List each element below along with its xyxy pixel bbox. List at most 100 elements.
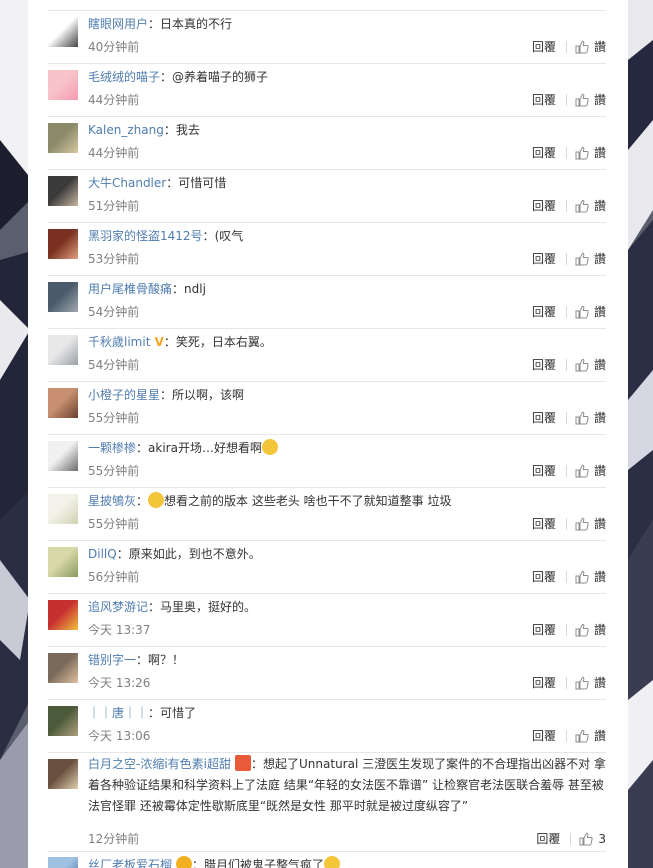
comment-username[interactable]: 星披鴝灰 (88, 494, 136, 508)
like-button[interactable]: 3 (579, 832, 606, 846)
comment-text: 笑死，日本右翼。 (175, 335, 272, 349)
like-count: 讚 (593, 305, 606, 319)
like-button[interactable]: 讚 (575, 305, 606, 319)
comment-username[interactable]: 错别字一 (88, 653, 136, 667)
comment-username[interactable]: 千秋歲limit (88, 335, 150, 349)
comment-username[interactable]: 追风梦游记 (88, 600, 148, 614)
reply-button[interactable]: 回覆 (532, 570, 556, 584)
reply-button[interactable]: 回覆 (532, 676, 556, 690)
like-button[interactable]: 讚 (575, 199, 606, 213)
like-button[interactable]: 讚 (575, 623, 606, 637)
avatar[interactable] (48, 759, 78, 789)
comment-item: 大牛Chandler：可惜可惜 51分钟前 回覆 讚 (48, 169, 606, 223)
comment-username[interactable]: 小橙子的星星 (88, 388, 160, 402)
verified-badge-icon: V (150, 335, 164, 349)
reply-button[interactable]: 回覆 (532, 517, 556, 531)
reply-button[interactable]: 回覆 (532, 40, 556, 54)
colon-separator: ： (163, 123, 176, 137)
avatar[interactable] (48, 282, 78, 312)
avatar[interactable] (48, 547, 78, 577)
like-button[interactable]: 讚 (575, 464, 606, 478)
thumbs-up-icon (575, 358, 589, 372)
comment-item: 一颗椮椮：akira开场…好想看啊 55分钟前 回覆 讚 (48, 434, 606, 488)
avatar[interactable] (48, 176, 78, 206)
comment-body: 小橙子的星星：所以啊，该啊 (88, 386, 606, 404)
crying-emoji-icon (148, 492, 165, 508)
like-count: 讚 (593, 623, 606, 637)
divider (565, 200, 567, 212)
reply-button[interactable]: 回覆 (532, 305, 556, 319)
reply-button[interactable]: 回覆 (536, 832, 560, 846)
like-button[interactable]: 讚 (575, 411, 606, 425)
avatar[interactable] (48, 123, 78, 153)
avatar[interactable] (48, 494, 78, 524)
comment-text: 可惜了 (160, 706, 197, 720)
divider (565, 412, 567, 424)
avatar[interactable] (48, 17, 78, 47)
like-count: 讚 (593, 517, 606, 531)
comment-username[interactable]: 大牛Chandler (88, 176, 166, 190)
avatar[interactable] (48, 229, 78, 259)
comment-username[interactable]: 丝厂老板爱石榴 (88, 858, 172, 868)
colon-separator: ： (192, 858, 205, 868)
like-button[interactable]: 讚 (575, 252, 606, 266)
avatar[interactable] (48, 335, 78, 365)
reply-button[interactable]: 回覆 (532, 729, 556, 743)
avatar[interactable] (48, 706, 78, 736)
comment-username[interactable]: 一颗椮椮 (88, 441, 136, 455)
like-button[interactable]: 讚 (575, 40, 606, 54)
divider (565, 94, 567, 106)
like-button[interactable]: 讚 (575, 93, 606, 107)
comment-username[interactable]: 用户尾椎骨酸痛 (88, 282, 172, 296)
comment-timestamp: 今天 13:26 (88, 676, 151, 690)
comment-body: 毛绒绒的喵子：@养着喵子的狮子 (88, 68, 606, 86)
comment-username[interactable]: 白月之空-浓缩i有色素i超甜 (88, 757, 231, 771)
avatar[interactable] (48, 441, 78, 471)
reply-button[interactable]: 回覆 (532, 93, 556, 107)
comment-timestamp: 40分钟前 (88, 40, 140, 54)
colon-separator: ： (148, 17, 161, 31)
avatar[interactable] (48, 653, 78, 683)
reply-button[interactable]: 回覆 (532, 199, 556, 213)
avatar[interactable] (48, 70, 78, 100)
like-button[interactable]: 讚 (575, 676, 606, 690)
comment-username[interactable]: ｜｜唐｜｜ (88, 706, 148, 720)
like-button[interactable]: 讚 (575, 570, 606, 584)
like-button[interactable]: 讚 (575, 358, 606, 372)
avatar[interactable] (48, 857, 78, 868)
avatar[interactable] (48, 600, 78, 630)
comment-text: @养着喵子的狮子 (172, 70, 269, 84)
like-button[interactable]: 讚 (575, 517, 606, 531)
like-button[interactable]: 讚 (575, 146, 606, 160)
comment-item: 星披鴝灰： 想看之前的版本 这些老头 啥也干不了就知道整事 垃圾 55分钟前 回覆 讚 (48, 487, 606, 541)
comment-body: 追风梦游记：马里奥，挺好的。 (88, 598, 606, 616)
comment-username[interactable]: 黑羽家的怪盗1412号 (88, 229, 203, 243)
comment-username[interactable]: DillQ (88, 547, 117, 561)
colon-separator: ： (116, 547, 129, 561)
divider (565, 306, 567, 318)
comment-timestamp: 55分钟前 (88, 411, 140, 425)
comment-timestamp: 今天 13:37 (88, 623, 151, 637)
reply-button[interactable]: 回覆 (532, 411, 556, 425)
like-count: 讚 (593, 464, 606, 478)
avatar[interactable] (48, 388, 78, 418)
reply-button[interactable]: 回覆 (532, 464, 556, 478)
comment-text: 原来如此，到也不意外。 (128, 547, 261, 561)
colon-separator: ： (136, 653, 149, 667)
comment-username[interactable]: 瞎眼网用户 (88, 17, 148, 31)
like-count: 讚 (593, 676, 606, 690)
reply-button[interactable]: 回覆 (532, 623, 556, 637)
comment-actions: 回覆 讚 (532, 305, 606, 319)
comment-item: Kalen_zhang：我去 44分钟前 回覆 讚 (48, 116, 606, 170)
comment-username[interactable]: 毛绒绒的喵子 (88, 70, 160, 84)
like-count: 讚 (593, 199, 606, 213)
like-button[interactable]: 讚 (575, 729, 606, 743)
comment-text: 腊月们被鬼子整气疯了 (204, 858, 325, 868)
comment-body: ｜｜唐｜｜：可惜了 (88, 704, 606, 722)
divider (565, 518, 567, 530)
reply-button[interactable]: 回覆 (532, 252, 556, 266)
like-count: 讚 (593, 729, 606, 743)
reply-button[interactable]: 回覆 (532, 358, 556, 372)
reply-button[interactable]: 回覆 (532, 146, 556, 160)
comment-username[interactable]: Kalen_zhang (88, 123, 164, 137)
